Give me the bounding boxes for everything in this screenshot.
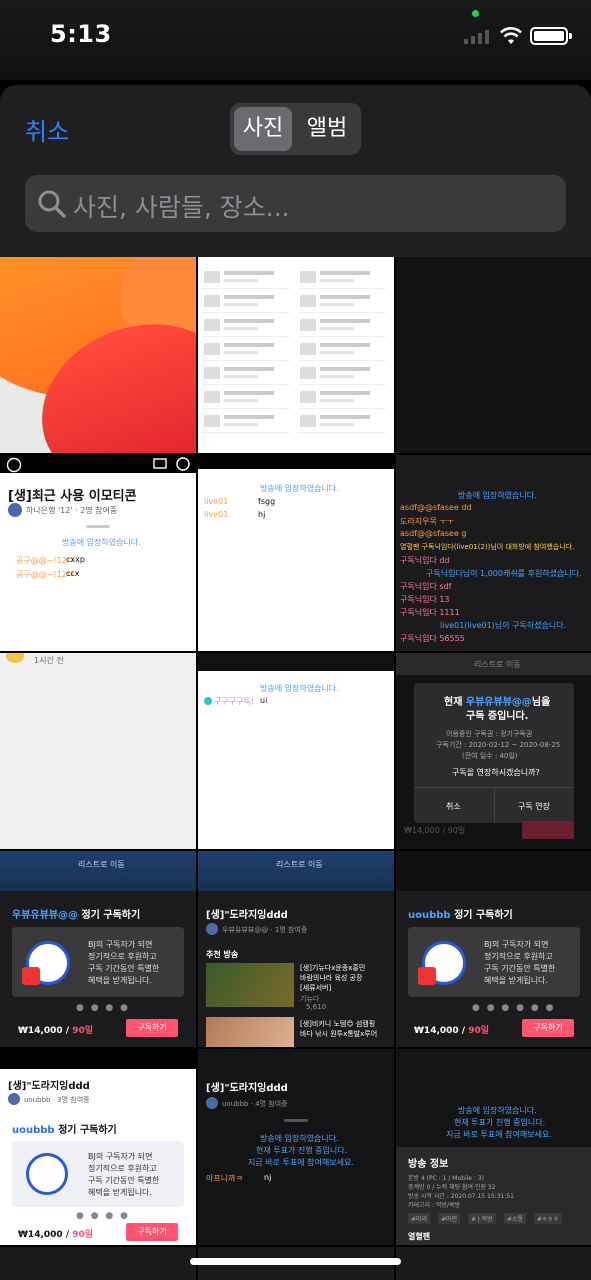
photo-thumbnail[interactable]: 방송에 입장하였습니다. asdf@@sfasee dd 도라지우목 ㅜㅜ as… bbox=[396, 455, 591, 651]
search-icon bbox=[38, 190, 66, 218]
search-field[interactable]: 사진, 사람들, 장소... bbox=[25, 175, 566, 232]
photo-thumbnail[interactable]: 리스트로 이동 현재 우뷰유뷰뷰@@님을 구독 중입니다. 이용중인 구독권 :… bbox=[396, 653, 591, 849]
photo-thumbnail[interactable]: [생]최근 사용 이모티콘 하나은행 '12' · 2명 참여중 방송에 입장하… bbox=[0, 455, 196, 651]
photo-thumbnail[interactable]: [생]"도라지잉ddd uoubbb · 3명 참여중 uoubbb 정기 구독… bbox=[0, 1049, 196, 1245]
photo-thumbnail[interactable]: [생]"도라지잉ddd uoubbb · 4명 참여중 방송에 입장하였습니다.… bbox=[198, 1049, 394, 1245]
segmented-control: 사진 앨범 bbox=[230, 103, 361, 155]
signal-icon bbox=[464, 30, 489, 44]
tab-albums[interactable]: 앨범 bbox=[298, 107, 356, 151]
subscribe-button[interactable]: 구독하기 bbox=[126, 1019, 178, 1037]
camera-indicator bbox=[472, 10, 479, 17]
photo-thumbnail[interactable]: 1시간 전 bbox=[0, 653, 196, 849]
rotate-icon bbox=[176, 457, 190, 471]
home-indicator[interactable] bbox=[190, 1258, 401, 1265]
screen-icon bbox=[153, 458, 167, 469]
avatar bbox=[206, 923, 218, 935]
gift-illustration bbox=[418, 967, 436, 985]
avatar bbox=[6, 653, 24, 663]
photo-thumbnail[interactable]: uoubbb 정기 구독하기 BJ의 구독자가 되면 정기적으로 후원하고 구독… bbox=[396, 851, 591, 1047]
status-time: 5:13 bbox=[50, 20, 112, 48]
photo-thumbnail[interactable]: 리스트로 이동 [생]"도라지잉ddd 우뷰유뷰뷰@@ · 1명 참여중 추천 … bbox=[198, 851, 394, 1047]
ad-icon bbox=[6, 457, 22, 473]
search-placeholder: 사진, 사람들, 장소... bbox=[73, 193, 290, 222]
subscribe-button[interactable]: 구독하기 bbox=[522, 1019, 574, 1037]
cancel-button[interactable]: 취소 bbox=[25, 112, 69, 147]
photo-thumbnail[interactable]: 방송에 입장하였습니다. 구구구구독! ui bbox=[198, 653, 394, 849]
dialog-extend-button[interactable]: 구독 연장 bbox=[518, 801, 550, 812]
chat-system-message: 방송에 입장하였습니다. bbox=[260, 484, 339, 493]
photo-thumbnail[interactable]: 방송에 입장하였습니다. live01 fsgg live01 hj bbox=[198, 455, 394, 651]
photo-thumbnail[interactable]: 리스트로 이동 우뷰유뷰뷰@@ 정기 구독하기 BJ의 구독자가 되면 정기적으… bbox=[0, 851, 196, 1047]
photo-thumbnail[interactable] bbox=[0, 1247, 196, 1280]
subscription-dialog: 현재 우뷰유뷰뷰@@님을 구독 중입니다. 이용중인 구독권 : 정기구독권 구… bbox=[414, 683, 574, 823]
photo-thumbnail[interactable] bbox=[198, 257, 394, 453]
photo-thumbnail[interactable] bbox=[396, 1247, 591, 1280]
tab-photos[interactable]: 사진 bbox=[234, 107, 292, 151]
status-bar: 5:13 bbox=[0, 0, 591, 80]
photo-thumbnail[interactable] bbox=[396, 257, 591, 453]
dialog-cancel-button[interactable]: 취소 bbox=[446, 801, 461, 812]
photo-thumbnail[interactable]: 방송에 입장하였습니다. 현재 투표가 진행 중입니다. 지금 바로 투표에 참… bbox=[396, 1049, 591, 1245]
picker-sheet-header: 취소 사진 앨범 사진, 사람들, 장소... bbox=[0, 85, 591, 257]
subscribe-button[interactable]: 구독하기 bbox=[126, 1223, 178, 1241]
chat-system-message: 방송에 입장하였습니다. bbox=[62, 538, 141, 547]
gift-illustration bbox=[22, 967, 40, 985]
wifi-icon bbox=[500, 27, 522, 44]
thumb-title: [생]최근 사용 이모티콘 bbox=[8, 489, 137, 504]
avatar bbox=[8, 503, 22, 517]
battery-icon bbox=[530, 27, 572, 45]
avatar bbox=[204, 697, 212, 705]
avatar bbox=[8, 1093, 20, 1105]
avatar bbox=[206, 1097, 218, 1109]
thumb-subtitle: 하나은행 '12' · 2명 참여중 bbox=[26, 506, 118, 515]
photo-thumbnail[interactable] bbox=[0, 257, 196, 453]
mascot-illustration bbox=[26, 1153, 68, 1195]
photo-grid: [생]최근 사용 이모티콘 하나은행 '12' · 2명 참여중 방송에 입장하… bbox=[0, 257, 591, 1280]
